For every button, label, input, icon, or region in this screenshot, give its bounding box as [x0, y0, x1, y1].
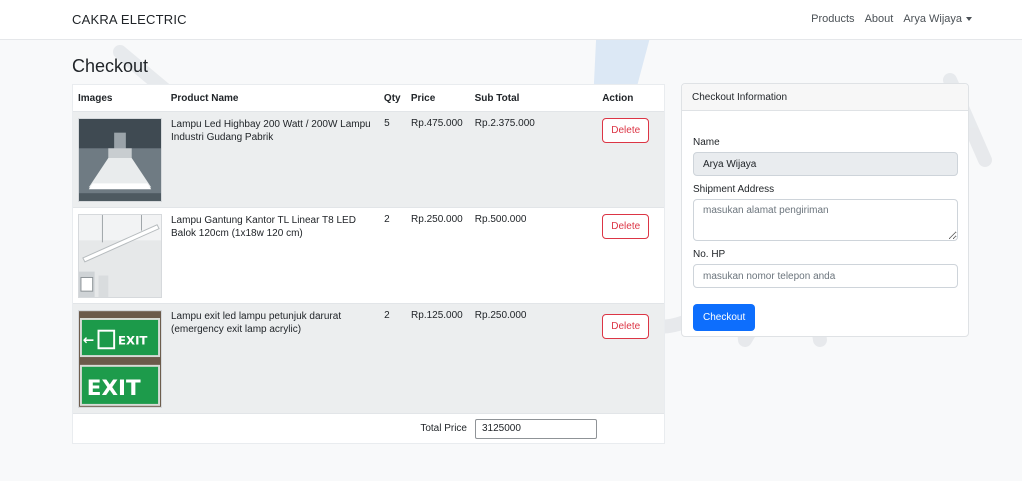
product-image-cell	[73, 208, 167, 303]
caret-down-icon	[966, 17, 972, 22]
product-price: Rp.125.000	[411, 310, 463, 321]
header-images: Images	[78, 92, 113, 104]
checkout-button[interactable]: Checkout	[693, 304, 756, 331]
delete-button[interactable]: Delete	[602, 118, 650, 143]
navbar: CAKRA ELECTRIC Products About Arya Wijay…	[0, 0, 1022, 40]
product-name: Lampu Led Highbay 200 Watt / 200W Lampu …	[171, 119, 371, 143]
header-qty: Qty	[383, 92, 401, 104]
product-name: Lampu Gantung Kantor TL Linear T8 LED Ba…	[171, 215, 356, 239]
header-action: Action	[602, 92, 634, 104]
table-row: Lampu Led Highbay 200 Watt / 200W Lampu …	[73, 111, 664, 207]
name-label: Name	[693, 137, 720, 148]
product-subtotal: Rp.2.375.000	[474, 118, 535, 129]
exit-sign-image: ← EXIT EXIT	[78, 310, 162, 408]
action-cell: Delete	[600, 208, 664, 303]
nav-links: Products About Arya Wijaya	[811, 13, 972, 25]
address-label: Shipment Address	[693, 184, 775, 195]
delete-button[interactable]: Delete	[602, 314, 650, 339]
delete-button[interactable]: Delete	[602, 214, 650, 239]
product-image-cell	[73, 112, 167, 207]
cart-table: Images Product Name Qty Price Sub Total …	[72, 84, 665, 444]
nav-products-link[interactable]: Products	[811, 13, 854, 25]
card-body: Name Shipment Address No. HP Checkout	[682, 111, 968, 341]
linear-pendant-lamp-image	[78, 214, 162, 298]
action-cell: Delete	[600, 304, 664, 413]
exit-sign-text: EXIT	[118, 333, 147, 347]
header-product-name: Product Name	[170, 92, 239, 104]
name-field[interactable]	[693, 152, 958, 176]
product-qty: 2	[384, 310, 390, 321]
table-row: Lampu Gantung Kantor TL Linear T8 LED Ba…	[73, 207, 664, 303]
svg-text:←: ←	[83, 332, 94, 348]
shipment-address-field[interactable]	[693, 199, 958, 241]
page-title: Checkout	[72, 56, 149, 76]
user-name: Arya Wijaya	[903, 13, 962, 25]
product-price: Rp.250.000	[411, 214, 463, 225]
exit-sign-text-large: EXIT	[87, 376, 141, 401]
card-header: Checkout Information	[682, 84, 968, 111]
product-name: Lampu exit led lampu petunjuk darurat (e…	[171, 311, 342, 335]
table-header: Images Product Name Qty Price Sub Total …	[73, 85, 664, 111]
total-price-input[interactable]	[475, 418, 597, 439]
phone-label: No. HP	[693, 249, 726, 260]
header-price: Price	[410, 92, 436, 104]
phone-field[interactable]	[693, 264, 958, 288]
brand-logo[interactable]: CAKRA ELECTRIC	[72, 12, 187, 27]
product-qty: 2	[384, 214, 390, 225]
action-cell: Delete	[600, 112, 664, 207]
product-image-cell: ← EXIT EXIT	[73, 304, 167, 413]
checkout-info-card: Checkout Information Name Shipment Addre…	[681, 83, 969, 337]
nav-about-link[interactable]: About	[865, 13, 894, 25]
product-subtotal: Rp.500.000	[474, 214, 527, 225]
user-dropdown[interactable]: Arya Wijaya	[903, 13, 972, 25]
table-row: ← EXIT EXIT Lampu exit led lampu petunju…	[73, 303, 664, 413]
highbay-lamp-image	[78, 118, 162, 202]
product-subtotal: Rp.250.000	[474, 310, 527, 321]
product-qty: 5	[384, 118, 390, 129]
header-subtotal: Sub Total	[474, 92, 520, 104]
total-row: Total Price	[73, 413, 664, 443]
total-price-label: Total Price	[420, 423, 467, 434]
product-price: Rp.475.000	[411, 118, 463, 129]
